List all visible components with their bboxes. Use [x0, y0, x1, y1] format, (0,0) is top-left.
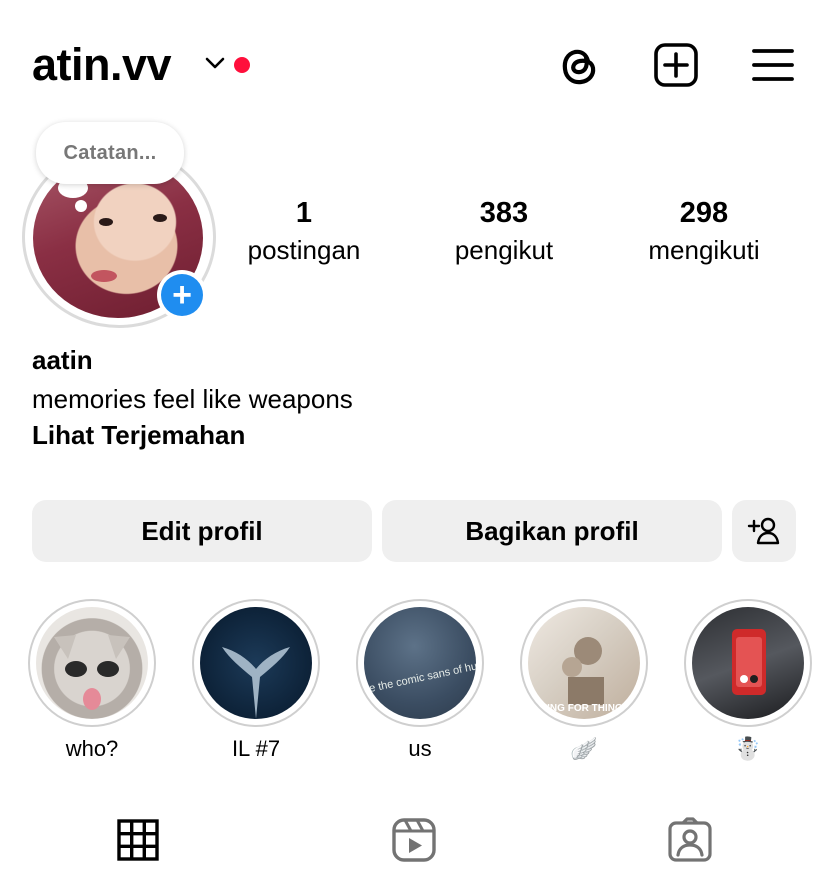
- posts-label: postingan: [247, 235, 361, 265]
- highlight-item[interactable]: you are the comic sans of humans us: [356, 599, 484, 761]
- highlight-ring: [684, 599, 812, 727]
- highlight-cover-text: SKING FOR THING: [533, 703, 623, 714]
- note-bubble-tail: [75, 200, 87, 212]
- followers-label: pengikut: [454, 235, 554, 265]
- reels-icon: [392, 818, 436, 862]
- highlight-label: 🪽: [570, 736, 598, 761]
- discover-people-button[interactable]: [732, 500, 796, 562]
- highlight-label: ☃️: [734, 736, 762, 761]
- threads-icon[interactable]: [554, 40, 604, 90]
- following-count: 298: [679, 197, 729, 229]
- tab-posts-grid[interactable]: [114, 816, 162, 864]
- see-translation-link[interactable]: Lihat Terjemahan: [32, 419, 245, 451]
- avatar-eye: [153, 214, 167, 222]
- menu-icon[interactable]: [748, 40, 798, 90]
- highlight-label: us: [408, 736, 432, 761]
- note-placeholder: Catatan...: [63, 141, 157, 164]
- note-bubble[interactable]: Catatan...: [36, 122, 184, 184]
- username[interactable]: atin.vv: [32, 38, 172, 92]
- stat-posts[interactable]: 1 postingan: [224, 196, 384, 268]
- avatar-eye: [99, 218, 113, 226]
- highlight-cover-text: you are the comic sans of humans: [364, 655, 476, 702]
- tagged-icon: [668, 817, 712, 862]
- plus-icon: +: [161, 274, 203, 316]
- highlight-item[interactable]: IL #7: [192, 599, 320, 761]
- create-post-icon[interactable]: [651, 40, 701, 90]
- highlight-ring: [28, 599, 156, 727]
- highlight-item[interactable]: who?: [28, 599, 156, 761]
- add-person-icon: [747, 517, 780, 545]
- share-profile-label: Bagikan profil: [465, 515, 639, 546]
- highlight-item[interactable]: ☃️: [684, 599, 812, 761]
- highlight-ring: you are the comic sans of humans: [356, 599, 484, 727]
- following-label: mengikuti: [648, 235, 760, 265]
- edit-profile-label: Edit profil: [141, 515, 263, 546]
- avatar-lips: [91, 270, 117, 282]
- profile-header: atin.vv: [0, 0, 828, 128]
- highlight-label: who?: [65, 736, 119, 761]
- notification-dot: [234, 57, 250, 73]
- tab-reels[interactable]: [390, 816, 438, 864]
- highlight-cover: SKING FOR THING: [528, 607, 640, 719]
- followers-count: 383: [479, 197, 529, 229]
- highlight-cover: you are the comic sans of humans: [364, 607, 476, 719]
- posts-count: 1: [295, 197, 313, 229]
- stat-followers[interactable]: 383 pengikut: [424, 196, 584, 268]
- highlight-label: IL #7: [231, 736, 281, 761]
- share-profile-button[interactable]: Bagikan profil: [382, 500, 722, 562]
- chevron-down-icon[interactable]: [204, 54, 226, 72]
- full-name: aatin: [32, 345, 93, 375]
- highlight-cover: [36, 607, 148, 719]
- highlight-cover: [692, 607, 804, 719]
- grid-icon: [117, 819, 159, 861]
- add-story-button[interactable]: +: [157, 270, 207, 320]
- highlight-ring: [192, 599, 320, 727]
- highlight-cover: [200, 607, 312, 719]
- highlight-item[interactable]: SKING FOR THING 🪽: [520, 599, 648, 761]
- bio-text: memories feel like weapons: [32, 384, 353, 414]
- stat-following[interactable]: 298 mengikuti: [624, 196, 784, 268]
- highlight-ring: SKING FOR THING: [520, 599, 648, 727]
- tab-tagged[interactable]: [666, 816, 714, 864]
- edit-profile-button[interactable]: Edit profil: [32, 500, 372, 562]
